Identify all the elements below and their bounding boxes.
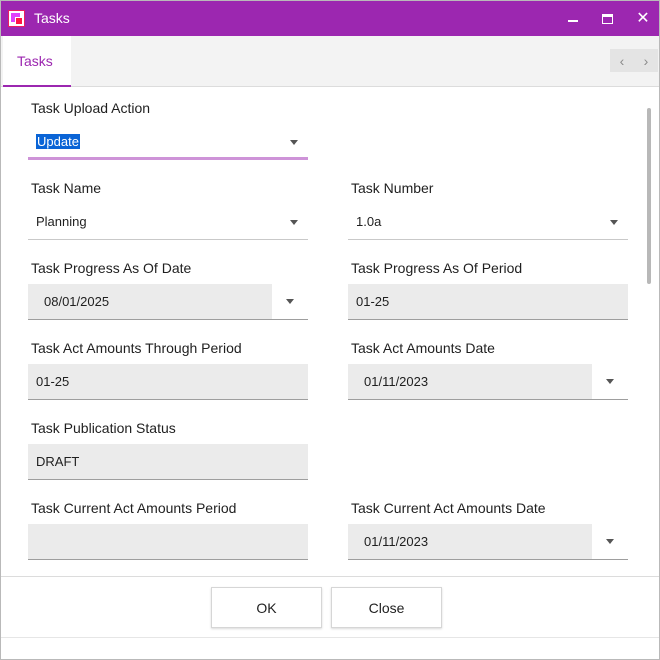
task-name-dropdown[interactable]: Planning <box>28 204 308 240</box>
progress-period-field[interactable]: 01-25 <box>348 284 628 320</box>
maximize-icon <box>601 13 613 24</box>
current-act-period-label: Task Current Act Amounts Period <box>31 500 237 516</box>
chevron-down-icon <box>286 299 294 304</box>
minimize-icon <box>568 20 578 22</box>
act-through-period-field[interactable]: 01-25 <box>28 364 308 400</box>
act-through-period-label: Task Act Amounts Through Period <box>31 340 242 356</box>
tab-active-indicator <box>3 85 71 87</box>
publication-status-label: Task Publication Status <box>31 420 176 436</box>
current-act-date-label: Task Current Act Amounts Date <box>351 500 546 516</box>
tab-scroll-arrows: ‹ › <box>610 49 658 72</box>
upload-action-value: Update <box>36 134 80 149</box>
minimize-button[interactable] <box>555 1 591 36</box>
chevron-down-icon <box>606 379 614 384</box>
ok-button[interactable]: OK <box>211 587 322 628</box>
title-bar[interactable]: Tasks ✕ <box>1 1 659 36</box>
progress-date-dropdown-button[interactable] <box>272 284 308 320</box>
tab-tasks-label: Tasks <box>17 53 53 69</box>
tab-tasks[interactable]: Tasks <box>3 36 71 87</box>
vertical-scrollbar[interactable] <box>644 90 656 572</box>
chevron-down-icon <box>606 539 614 544</box>
current-act-date-dropdown-button[interactable] <box>592 524 628 560</box>
progress-period-value: 01-25 <box>356 294 390 309</box>
app-icon <box>8 10 25 27</box>
task-name-value: Planning <box>36 214 87 229</box>
progress-period-label: Task Progress As Of Period <box>351 260 523 276</box>
progress-date-value: 08/01/2025 <box>44 294 110 309</box>
close-window-button[interactable]: ✕ <box>625 1 660 36</box>
act-through-period-value: 01-25 <box>36 374 70 389</box>
form-content: Task Upload Action Update Task Name Plan… <box>2 88 659 576</box>
tasks-window: Tasks ✕ Tasks ‹ › Task Upload Action Upd… <box>0 0 660 660</box>
window-title: Tasks <box>34 10 70 26</box>
progress-date-field[interactable]: 08/01/2025 <box>28 284 308 320</box>
bottom-strip <box>1 637 659 659</box>
act-date-field[interactable]: 01/11/2023 <box>348 364 628 400</box>
act-date-value: 01/11/2023 <box>364 374 429 389</box>
task-name-label: Task Name <box>31 180 102 196</box>
dialog-footer: OK Close <box>1 576 659 637</box>
act-date-dropdown-button[interactable] <box>592 364 628 400</box>
chevron-down-icon[interactable] <box>290 220 298 225</box>
progress-date-label: Task Progress As Of Date <box>31 260 192 276</box>
upload-action-dropdown[interactable]: Update <box>28 124 308 160</box>
tab-bar: Tasks ‹ › <box>1 36 659 87</box>
task-number-dropdown[interactable]: 1.0a <box>348 204 628 240</box>
task-number-label: Task Number <box>351 180 434 196</box>
publication-status-field[interactable]: DRAFT <box>28 444 308 480</box>
scrollbar-thumb[interactable] <box>647 108 651 284</box>
maximize-button[interactable] <box>589 1 625 36</box>
upload-action-label: Task Upload Action <box>31 100 151 116</box>
act-date-label: Task Act Amounts Date <box>351 340 495 356</box>
current-act-date-value: 01/11/2023 <box>364 534 429 549</box>
chevron-right-icon[interactable]: › <box>634 49 658 72</box>
chevron-left-icon[interactable]: ‹ <box>610 49 634 72</box>
current-act-period-field[interactable] <box>28 524 308 560</box>
close-button[interactable]: Close <box>331 587 442 628</box>
task-number-value: 1.0a <box>356 214 382 229</box>
chevron-down-icon[interactable] <box>610 220 618 225</box>
chevron-down-icon[interactable] <box>290 140 298 145</box>
current-act-date-field[interactable]: 01/11/2023 <box>348 524 628 560</box>
close-icon: ✕ <box>636 9 650 27</box>
publication-status-value: DRAFT <box>36 454 80 469</box>
